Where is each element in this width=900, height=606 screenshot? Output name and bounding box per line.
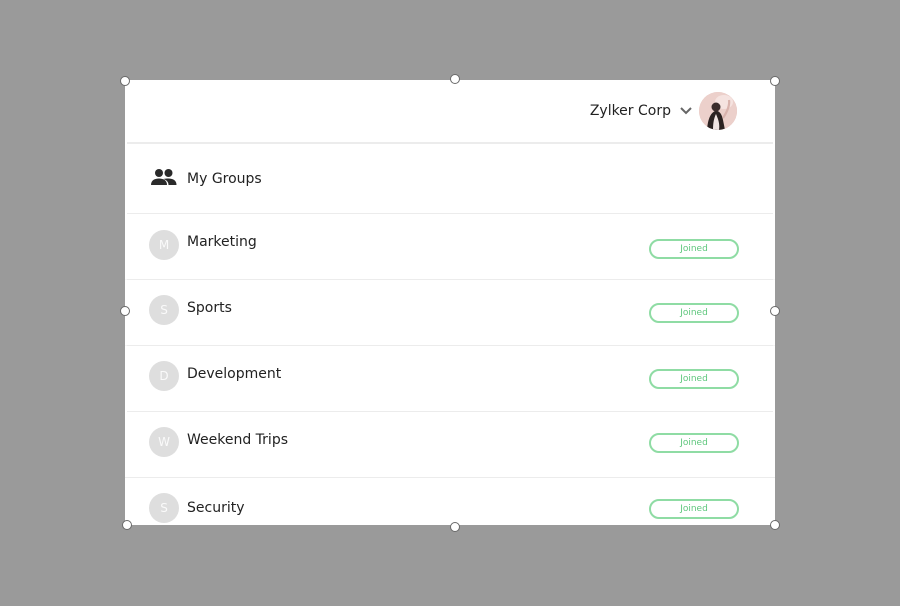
- group-initial-avatar: W: [149, 427, 179, 457]
- joined-badge[interactable]: Joined: [649, 303, 739, 323]
- group-name: Development: [187, 366, 282, 382]
- resize-handle-top[interactable]: [450, 74, 460, 84]
- section-title: My Groups: [187, 170, 262, 187]
- org-name: Zylker Corp: [589, 103, 671, 119]
- top-bar: Zylker Corp: [125, 80, 775, 144]
- resize-handle-top-left[interactable]: [120, 76, 130, 86]
- resize-handle-bottom-right[interactable]: [770, 520, 780, 530]
- group-row-security[interactable]: S Security Joined: [125, 478, 775, 525]
- group-name: Sports: [187, 300, 232, 316]
- chevron-down-icon[interactable]: [679, 106, 693, 116]
- group-initial-avatar: D: [149, 361, 179, 391]
- resize-handle-left[interactable]: [120, 306, 130, 316]
- group-initial-avatar: S: [149, 295, 179, 325]
- avatar[interactable]: [699, 92, 737, 130]
- group-row-weekend-trips[interactable]: W Weekend Trips Joined: [125, 412, 775, 478]
- resize-handle-bottom[interactable]: [450, 522, 460, 532]
- joined-badge[interactable]: Joined: [649, 499, 739, 519]
- group-initial-avatar: M: [149, 230, 179, 260]
- group-name: Marketing: [187, 234, 257, 250]
- group-initial-avatar: S: [149, 493, 179, 523]
- joined-badge[interactable]: Joined: [649, 433, 739, 453]
- joined-badge[interactable]: Joined: [649, 239, 739, 259]
- group-row-sports[interactable]: S Sports Joined: [125, 280, 775, 346]
- group-row-marketing[interactable]: M Marketing Joined: [125, 214, 775, 280]
- my-groups-header: My Groups: [125, 144, 775, 214]
- resize-handle-right[interactable]: [770, 306, 780, 316]
- group-name: Security: [187, 500, 245, 516]
- people-icon: [151, 168, 177, 190]
- resize-handle-bottom-left[interactable]: [122, 520, 132, 530]
- org-switcher[interactable]: Zylker Corp: [590, 92, 737, 130]
- group-name: Weekend Trips: [187, 432, 289, 448]
- resize-handle-top-right[interactable]: [770, 76, 780, 86]
- groups-card: Zylker Corp My Groups M Marketing Joined…: [125, 80, 775, 525]
- group-row-development[interactable]: D Development Joined: [125, 346, 775, 412]
- joined-badge[interactable]: Joined: [649, 369, 739, 389]
